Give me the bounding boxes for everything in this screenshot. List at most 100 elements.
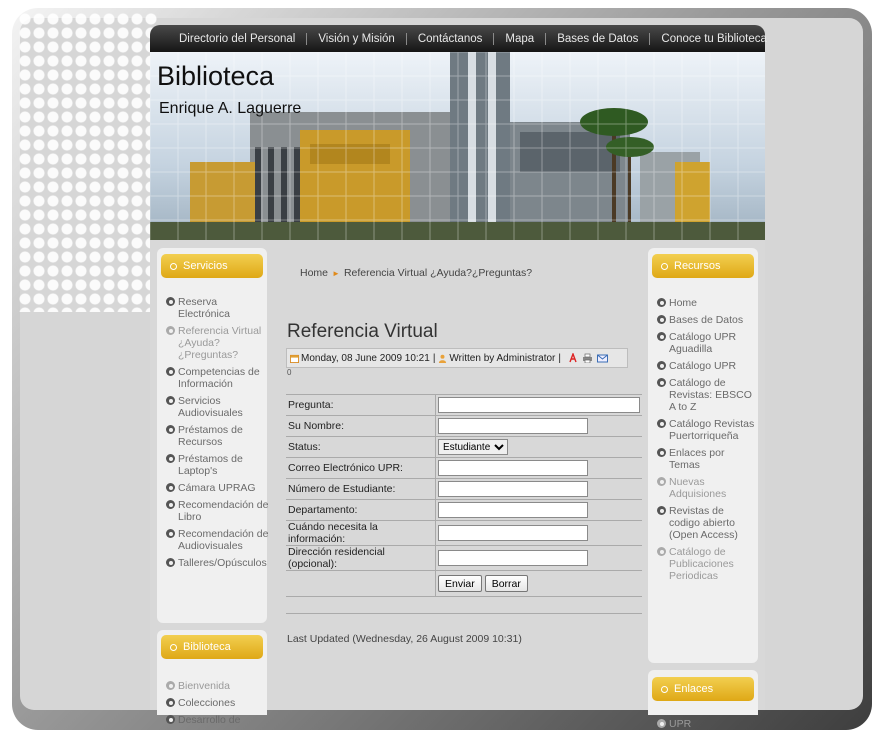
email-icon[interactable] <box>597 353 608 363</box>
menu-item[interactable]: Enlaces por Temas <box>657 447 757 471</box>
menu-item[interactable]: Revistas de codigo abierto (Open Access) <box>657 505 757 541</box>
menu-item-label: Catálogo UPR Aguadilla <box>669 331 737 355</box>
menu-item[interactable]: Cámara UPRAG <box>166 482 271 494</box>
module-title: Biblioteca <box>183 641 231 653</box>
status-select[interactable]: Estudiante <box>438 439 508 455</box>
menu-item[interactable]: Recomendación de Audiovisuales <box>166 528 271 552</box>
module-header-enlaces: Enlaces <box>652 677 754 701</box>
menu-item-label: Talleres/Opúsculos <box>178 557 267 569</box>
decorative-dot-pattern <box>18 12 158 312</box>
form-row-direccion: Dirección residencial (opcional): <box>286 545 642 571</box>
departamento-input[interactable] <box>438 502 588 518</box>
cuando-input[interactable] <box>438 525 588 541</box>
nav-directorio[interactable]: Directorio del Personal <box>168 32 308 45</box>
menu-item-label: Servicios Audiovisuales <box>178 395 243 419</box>
menu-bullet-icon <box>657 506 666 515</box>
breadcrumb: Home ► Referencia Virtual ¿Ayuda?¿Pregunta… <box>300 267 532 279</box>
menu-item[interactable]: UPR <box>657 718 757 730</box>
cell-direccion <box>435 545 642 571</box>
menu-bullet-icon <box>657 332 666 341</box>
label-empty <box>286 570 436 597</box>
menu-bullet-icon <box>166 297 175 306</box>
menu-bullet-icon <box>657 315 666 324</box>
direccion-input[interactable] <box>438 550 588 566</box>
menu-item[interactable]: Bases de Datos <box>657 314 757 326</box>
top-nav: Directorio del Personal Visión y Misión … <box>150 25 767 52</box>
enviar-button[interactable]: Enviar <box>438 575 482 592</box>
page-title: Referencia Virtual <box>287 321 438 342</box>
referencia-form: Pregunta: Su Nombre: Status: Estudiante … <box>286 394 642 614</box>
menu-item-label: Cámara UPRAG <box>178 482 256 494</box>
pdf-icon[interactable] <box>568 353 578 363</box>
menu-bullet-icon <box>166 396 175 405</box>
breadcrumb-home[interactable]: Home <box>300 267 328 279</box>
menu-bullet-icon <box>657 361 666 370</box>
menu-item-label: Bases de Datos <box>669 314 744 326</box>
cell-nombre <box>435 415 642 437</box>
nav-vision-mision[interactable]: Visión y Misión <box>307 32 407 45</box>
nav-bases-datos[interactable]: Bases de Datos <box>546 32 651 45</box>
menu-bullet-icon <box>657 448 666 457</box>
last-updated: Last Updated (Wednesday, 26 August 2009 … <box>287 633 522 645</box>
cell-numero <box>435 478 642 500</box>
nav-contactanos[interactable]: Contáctanos <box>407 32 495 45</box>
nombre-input[interactable] <box>438 418 588 434</box>
menu-item[interactable]: Nuevas Adquisiones <box>657 476 757 500</box>
label-direccion: Dirección residencial (opcional): <box>286 545 436 571</box>
label-status: Status: <box>286 436 436 458</box>
user-icon <box>439 354 447 363</box>
menu-item-label: Recomendación de Libro <box>178 499 269 523</box>
menu-item[interactable]: Reserva Electrónica <box>166 296 271 320</box>
module-header-biblioteca: Biblioteca <box>161 635 263 659</box>
menu-item[interactable]: Competencias de Información <box>166 366 271 390</box>
menu-item[interactable]: Catálogo UPR <box>657 360 757 372</box>
print-icon[interactable] <box>582 353 593 363</box>
cell-buttons: Enviar Borrar <box>435 570 642 597</box>
menu-bullet-icon <box>166 529 175 538</box>
menu-bullet-icon <box>166 425 175 434</box>
form-row-pregunta: Pregunta: <box>286 394 642 416</box>
menu-item[interactable]: Referencia Virtual ¿Ayuda?¿Preguntas? <box>166 325 271 361</box>
menu-item[interactable]: Talleres/Opúsculos <box>166 557 271 569</box>
menu-item[interactable]: Home <box>657 297 757 309</box>
menu-item[interactable]: Catálogo Revistas Puertorriqueña <box>657 418 757 442</box>
cell-departamento <box>435 499 642 521</box>
menu-item-label: UPR <box>669 718 692 730</box>
module-header-servicios: Servicios <box>161 254 263 278</box>
header-banner: Biblioteca Enrique A. Laguerre <box>150 52 765 240</box>
menu-bullet-icon <box>657 298 666 307</box>
menu-item[interactable]: Servicios Audiovisuales <box>166 395 271 419</box>
biblioteca-menu: Bienvenida Colecciones Desarrollo de <box>166 680 266 731</box>
menu-item[interactable]: Colecciones <box>166 697 266 709</box>
menu-item[interactable]: Recomendación de Libro <box>166 499 271 523</box>
menu-item[interactable]: Catálogo de Publicaciones Periodicas <box>657 546 757 582</box>
borrar-button[interactable]: Borrar <box>484 575 528 592</box>
menu-item-label: Catálogo de Publicaciones Periodicas <box>669 546 734 582</box>
breadcrumb-arrow-icon: ► <box>332 269 340 278</box>
nav-conoce-biblioteca[interactable]: Conoce tu Biblioteca <box>650 33 777 45</box>
site-title: Biblioteca <box>157 61 275 91</box>
bullet-icon <box>661 685 668 693</box>
menu-item[interactable]: Préstamos de Laptop's <box>166 453 271 477</box>
cell-cuando <box>435 520 642 546</box>
menu-item-label: Préstamos de Laptop's <box>178 453 243 477</box>
menu-item[interactable]: Desarrollo de <box>166 714 266 726</box>
correo-input[interactable] <box>438 460 588 476</box>
numero-input[interactable] <box>438 481 588 497</box>
menu-bullet-icon <box>166 715 175 724</box>
pregunta-input[interactable] <box>438 397 640 413</box>
menu-bullet-icon <box>166 454 175 463</box>
menu-item-label: Catálogo UPR <box>669 360 737 372</box>
form-footer-cell <box>286 596 642 614</box>
menu-item[interactable]: Catálogo de Revistas: EBSCO A to Z <box>657 377 757 413</box>
menu-item-label: Referencia Virtual ¿Ayuda?¿Preguntas? <box>178 325 262 361</box>
menu-item[interactable]: Préstamos de Recursos <box>166 424 271 448</box>
menu-item[interactable]: Catálogo UPR Aguadilla <box>657 331 757 355</box>
form-row-footer <box>286 596 642 614</box>
nav-mapa[interactable]: Mapa <box>494 32 547 45</box>
menu-item[interactable]: Bienvenida <box>166 680 266 692</box>
menu-bullet-icon <box>166 681 175 690</box>
bullet-icon <box>170 643 177 651</box>
form-row-nombre: Su Nombre: <box>286 415 642 437</box>
servicios-menu: Reserva Electrónica Referencia Virtual ¿A… <box>166 296 271 574</box>
